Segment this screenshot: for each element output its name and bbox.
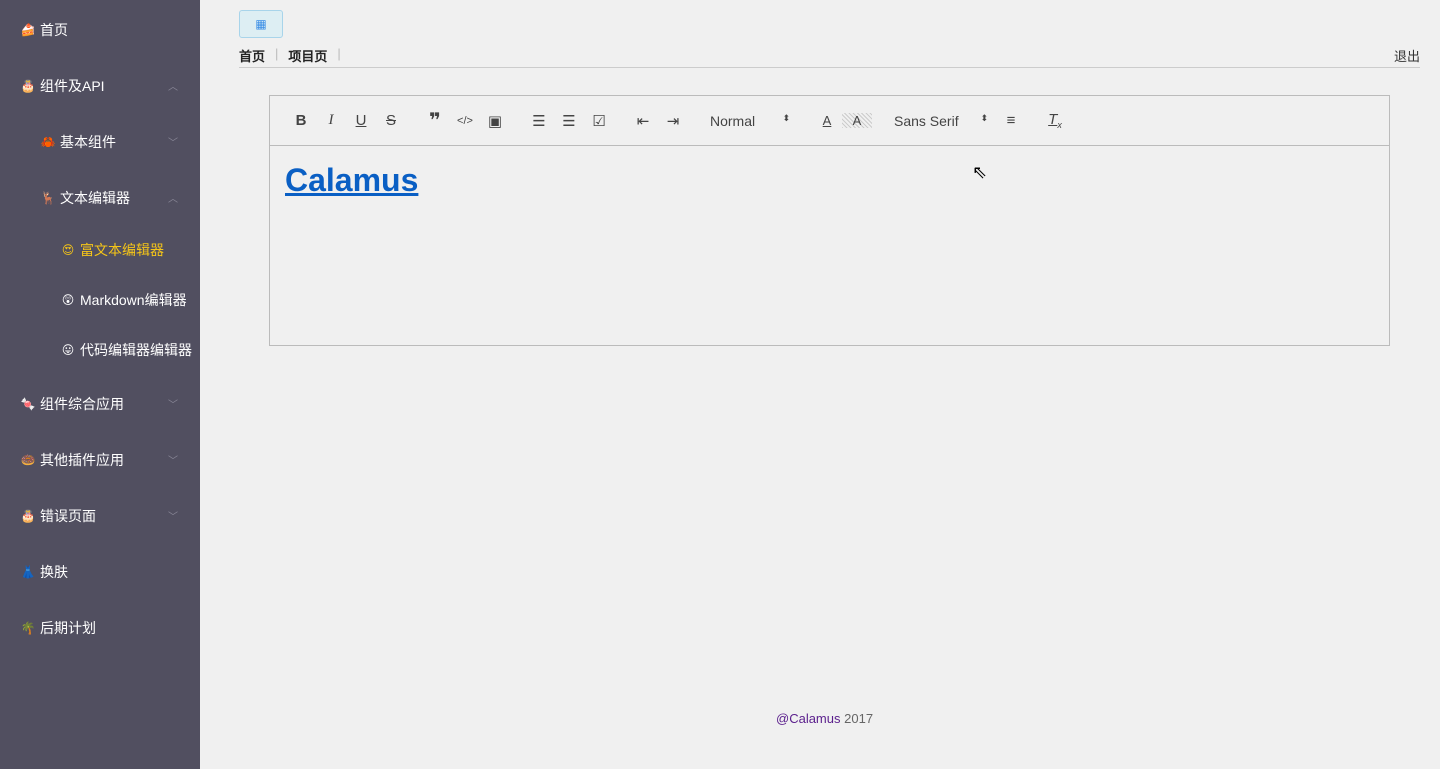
italic-icon[interactable]: I	[316, 112, 346, 129]
sidebar-item-error-pages[interactable]: 🎂 错误页面	[20, 506, 96, 526]
label: Markdown编辑器	[80, 292, 187, 308]
chevron-up-icon: ︿	[168, 82, 178, 93]
grid-icon: ▦	[255, 17, 267, 31]
smiley-icon: 😍	[61, 243, 75, 257]
bold-icon[interactable]: B	[286, 112, 316, 129]
clear-format-icon[interactable]: Tx	[1040, 111, 1070, 130]
chevron-down-icon: ﹀	[168, 456, 178, 467]
logout-link[interactable]: 退出	[1394, 46, 1420, 65]
label: 其他插件应用	[40, 452, 124, 468]
label: 后期计划	[40, 620, 96, 636]
deer-icon: 🦌	[40, 191, 56, 205]
indent-icon[interactable]: ⇥	[658, 112, 688, 130]
image-icon[interactable]: ▣	[480, 112, 510, 130]
crumb-home[interactable]: 首页	[239, 46, 265, 65]
label: 换肤	[40, 564, 68, 580]
divider	[239, 67, 1420, 68]
code-block-icon[interactable]: </>	[450, 115, 480, 127]
footer-author: @Calamus	[776, 711, 841, 726]
underline-icon[interactable]: U	[346, 112, 376, 129]
mouse-cursor-icon: ⇖	[972, 162, 988, 182]
dress-icon: 👗	[20, 565, 36, 579]
sidebar-toggle-button[interactable]: ▦	[239, 10, 283, 38]
sidebar-item-code-editor[interactable]: 😛 代码编辑器编辑器	[60, 340, 192, 360]
crab-icon: 🦀	[40, 135, 56, 149]
donut-icon: 🍩	[20, 453, 36, 467]
sidebar-item-home[interactable]: 🍰 首页	[20, 20, 68, 40]
sidebar-item-markdown-editor[interactable]: 😲 Markdown编辑器	[60, 290, 187, 310]
sidebar-item-components-api[interactable]: 🎂 组件及API	[20, 76, 105, 96]
sidebar-item-rich-text-editor[interactable]: 😍 富文本编辑器	[60, 240, 164, 260]
updown-icon: ⬍	[782, 112, 790, 123]
label: 首页	[40, 22, 68, 38]
footer: @Calamus 2017	[776, 711, 873, 726]
outdent-icon[interactable]: ⇤	[628, 112, 658, 130]
sidebar-item-skin[interactable]: 👗 换肤	[20, 562, 68, 582]
sidebar-item-other-plugins[interactable]: 🍩 其他插件应用	[20, 450, 124, 470]
chevron-down-icon: ﹀	[168, 512, 178, 523]
label: 富文本编辑器	[80, 242, 164, 258]
smiley-icon: 😛	[61, 343, 75, 357]
blockquote-icon[interactable]: ❞	[420, 108, 450, 133]
separator: |	[275, 46, 279, 61]
text-color-icon[interactable]: A	[812, 113, 842, 128]
chevron-up-icon: ︿	[168, 194, 178, 205]
strike-icon[interactable]: S	[376, 112, 406, 129]
editor-toolbar: B I U S ❞ </> ▣ ☰ ☰ ☑ ⇤ ⇥ Normal ⬍ A A Sa…	[270, 96, 1389, 146]
align-icon[interactable]: ≡	[996, 112, 1026, 129]
cake-icon: 🍰	[20, 23, 36, 37]
check-list-icon[interactable]: ☑	[584, 112, 614, 130]
label: 组件及API	[40, 78, 105, 94]
sidebar: 🍰 首页 🎂 组件及API ︿ 🦀 基本组件 ﹀ 🦌 文本编辑器 ︿ 😍 富文本编辑器 😲…	[0, 0, 200, 769]
sidebar-item-basic-components[interactable]: 🦀 基本组件	[40, 132, 116, 152]
label: 错误页面	[40, 508, 96, 524]
smiley-icon: 😲	[61, 293, 75, 307]
label: 代码编辑器编辑器	[80, 342, 192, 358]
cake-icon: 🎂	[20, 79, 36, 93]
ordered-list-icon[interactable]: ☰	[524, 112, 554, 130]
palm-icon: 🌴	[20, 621, 36, 635]
label: 基本组件	[60, 134, 116, 150]
candy-icon: 🍬	[20, 397, 36, 411]
label: 组件综合应用	[40, 396, 124, 412]
sidebar-item-plans[interactable]: 🌴 后期计划	[20, 618, 96, 638]
crumb-project[interactable]: 项目页	[288, 46, 327, 65]
chevron-down-icon: ﹀	[168, 138, 178, 149]
header-select[interactable]: Normal ⬍	[702, 113, 798, 129]
bullet-list-icon[interactable]: ☰	[554, 112, 584, 130]
content-link[interactable]: Calamus	[285, 162, 418, 198]
background-color-icon[interactable]: A	[842, 113, 872, 128]
footer-year: 2017	[844, 711, 874, 726]
chevron-down-icon: ﹀	[168, 400, 178, 411]
updown-icon: ⬍	[980, 112, 988, 123]
breadcrumb: 首页 | 项目页 |	[239, 46, 341, 65]
editor-content[interactable]: Calamus	[270, 146, 1389, 215]
sidebar-item-text-editor[interactable]: 🦌 文本编辑器	[40, 188, 130, 208]
sidebar-item-composite-apps[interactable]: 🍬 组件综合应用	[20, 394, 124, 414]
font-select[interactable]: Sans Serif ⬍	[886, 113, 996, 129]
cake-icon: 🎂	[20, 509, 36, 523]
rich-text-editor: B I U S ❞ </> ▣ ☰ ☰ ☑ ⇤ ⇥ Normal ⬍ A A Sa…	[269, 95, 1390, 346]
label: 文本编辑器	[60, 190, 130, 206]
font-select-value: Sans Serif	[894, 112, 959, 129]
separator: |	[337, 46, 341, 61]
header-select-value: Normal	[710, 112, 756, 129]
